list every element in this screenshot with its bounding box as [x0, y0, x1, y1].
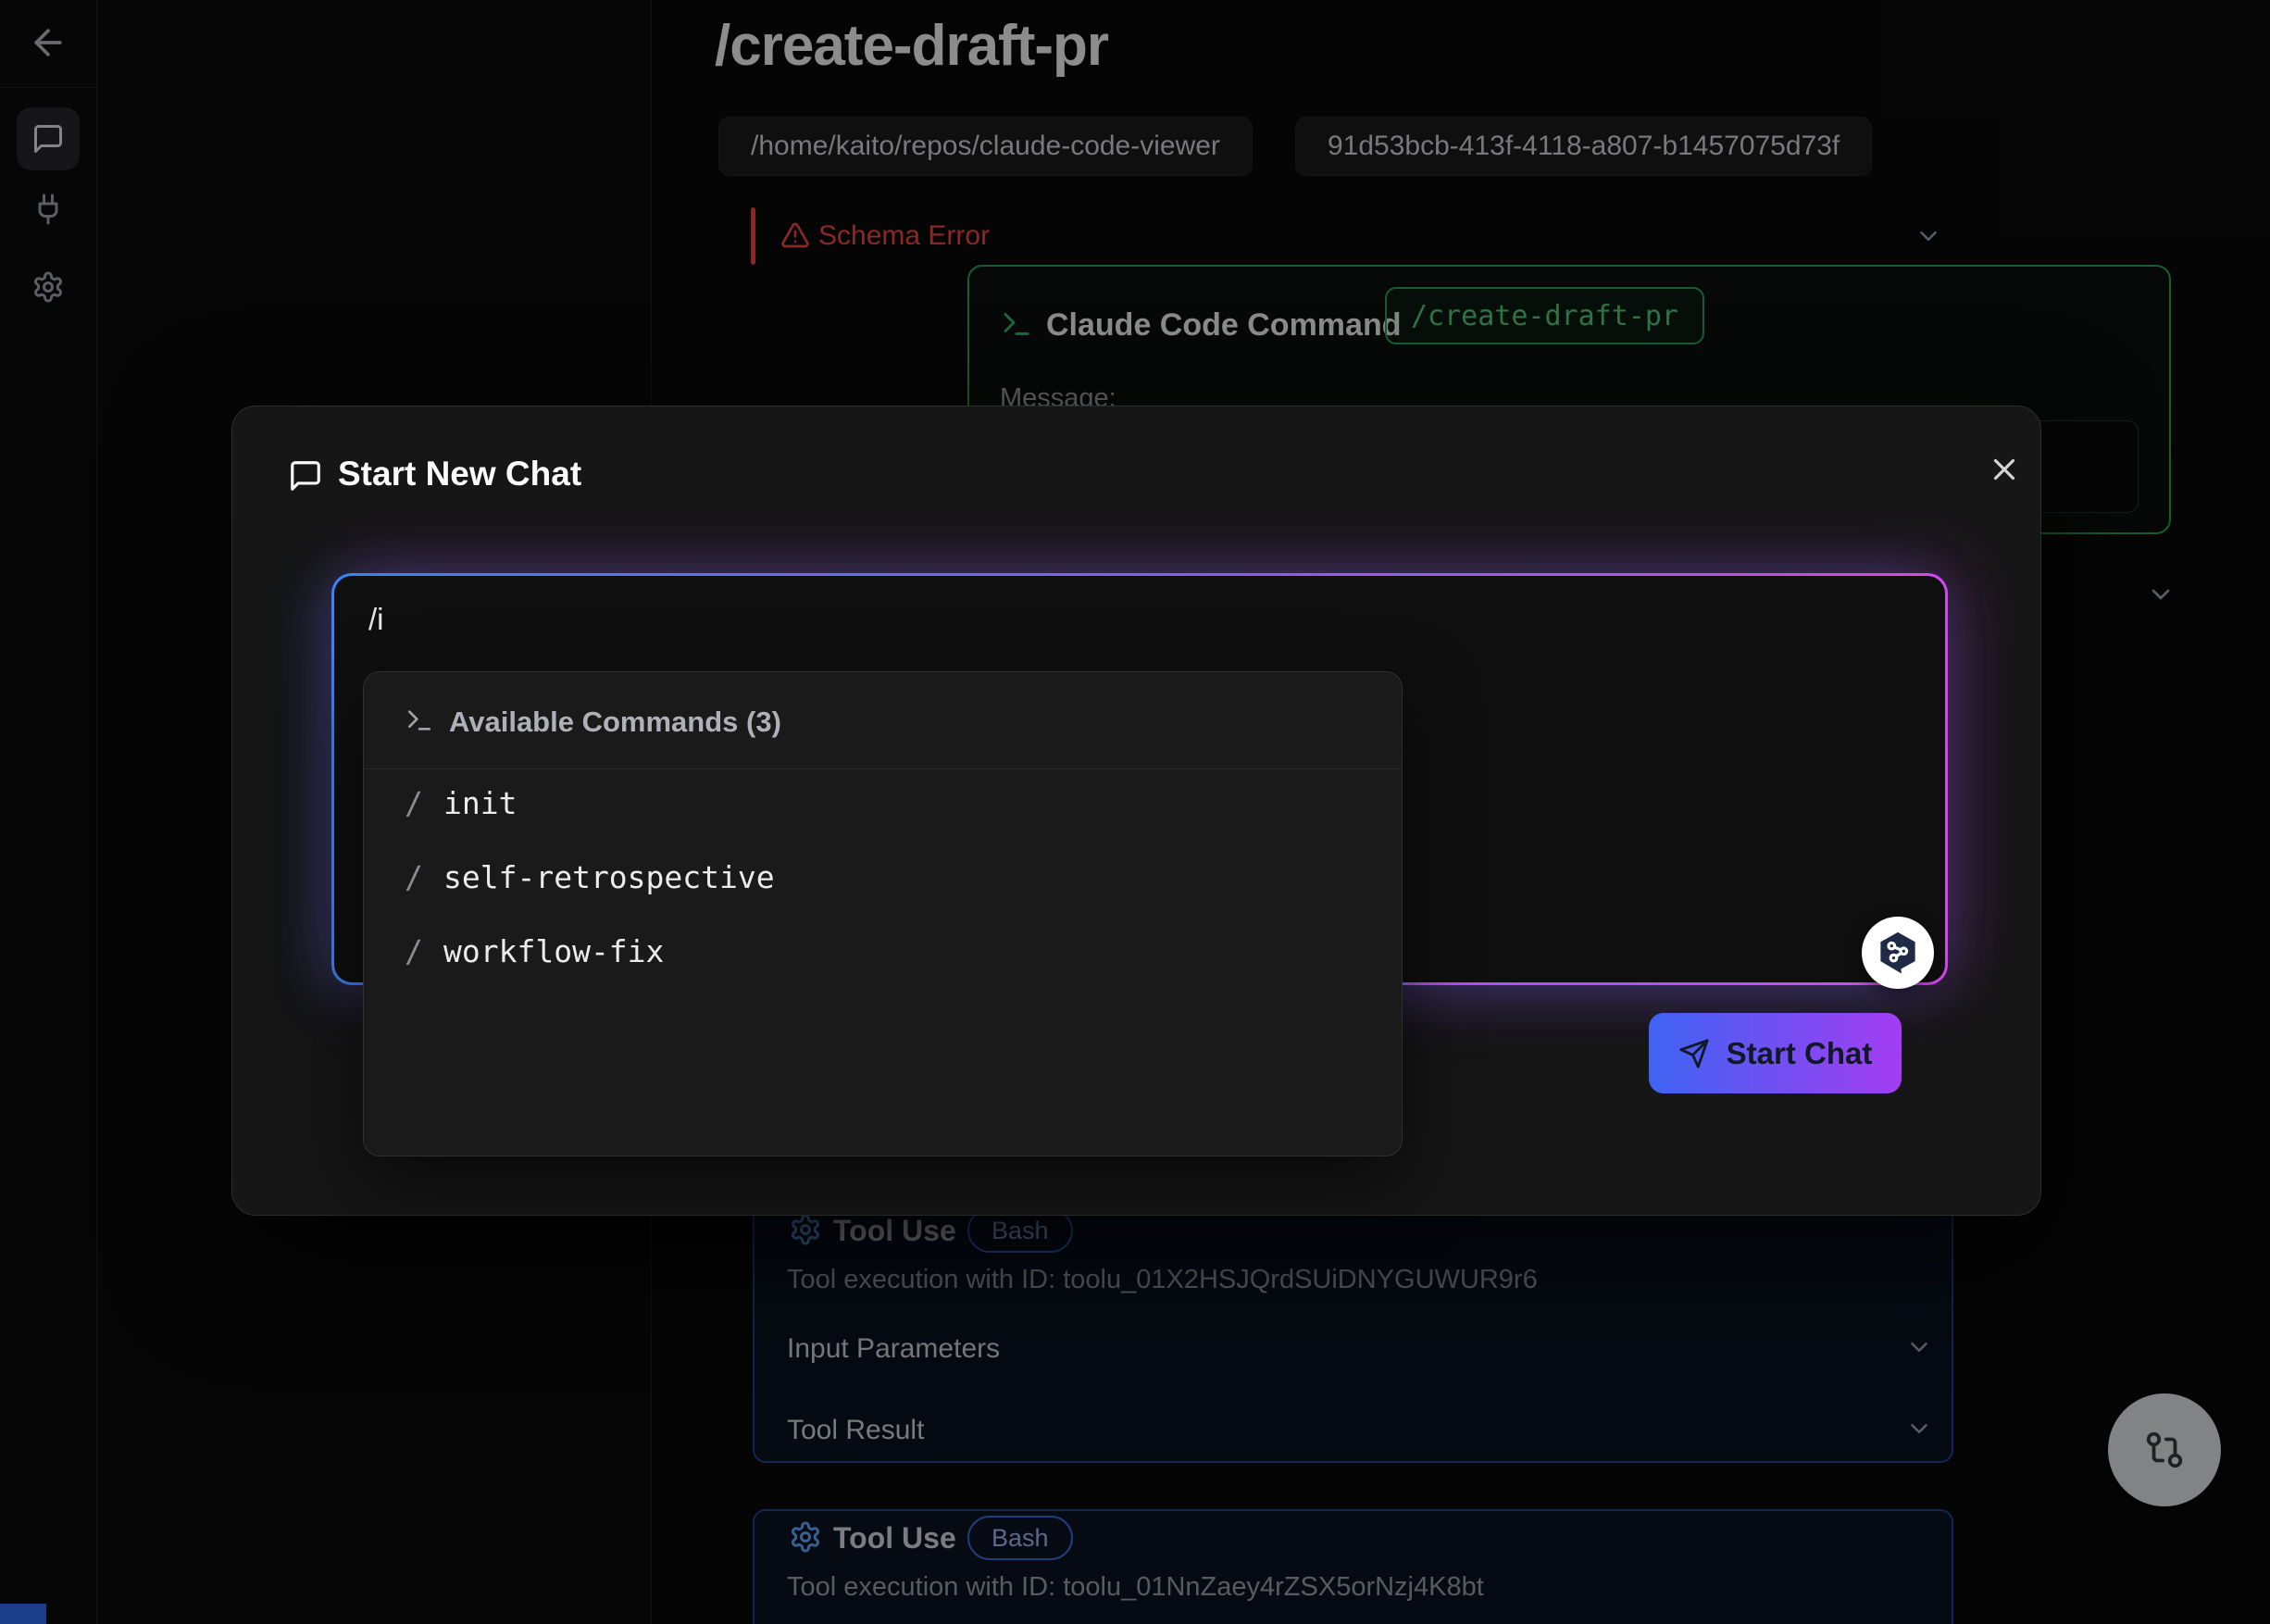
modal-title: Start New Chat	[338, 455, 581, 493]
command-option-init[interactable]: / init	[364, 774, 1402, 833]
start-new-chat-modal: Start New Chat /i Available Commands (3)…	[231, 406, 2041, 1216]
command-name: init	[443, 785, 517, 821]
hexagon-share-logo-icon	[1874, 929, 1922, 977]
close-icon	[1987, 452, 2022, 487]
close-button[interactable]	[1977, 442, 2032, 497]
dropdown-divider	[364, 768, 1402, 769]
command-option-self-retrospective[interactable]: / self-retrospective	[364, 848, 1402, 907]
command-name: self-retrospective	[443, 859, 775, 895]
command-option-workflow-fix[interactable]: / workflow-fix	[364, 922, 1402, 981]
extension-logo-button[interactable]	[1862, 917, 1934, 989]
command-prefix: /	[405, 859, 423, 895]
command-prefix: /	[405, 785, 423, 821]
command-name: workflow-fix	[443, 933, 664, 969]
command-prefix: /	[405, 933, 423, 969]
command-autocomplete-dropdown: Available Commands (3) / init / self-ret…	[363, 671, 1403, 1156]
terminal-icon	[405, 706, 434, 735]
app-root: Sessions New 2 total /create-draft-pr 34…	[0, 0, 2270, 1624]
start-chat-button[interactable]: Start Chat	[1649, 1013, 1902, 1093]
chat-bubble-icon	[288, 458, 323, 493]
start-chat-label: Start Chat	[1727, 1036, 1873, 1071]
send-icon	[1678, 1038, 1710, 1069]
available-commands-header: Available Commands (3)	[449, 706, 781, 739]
